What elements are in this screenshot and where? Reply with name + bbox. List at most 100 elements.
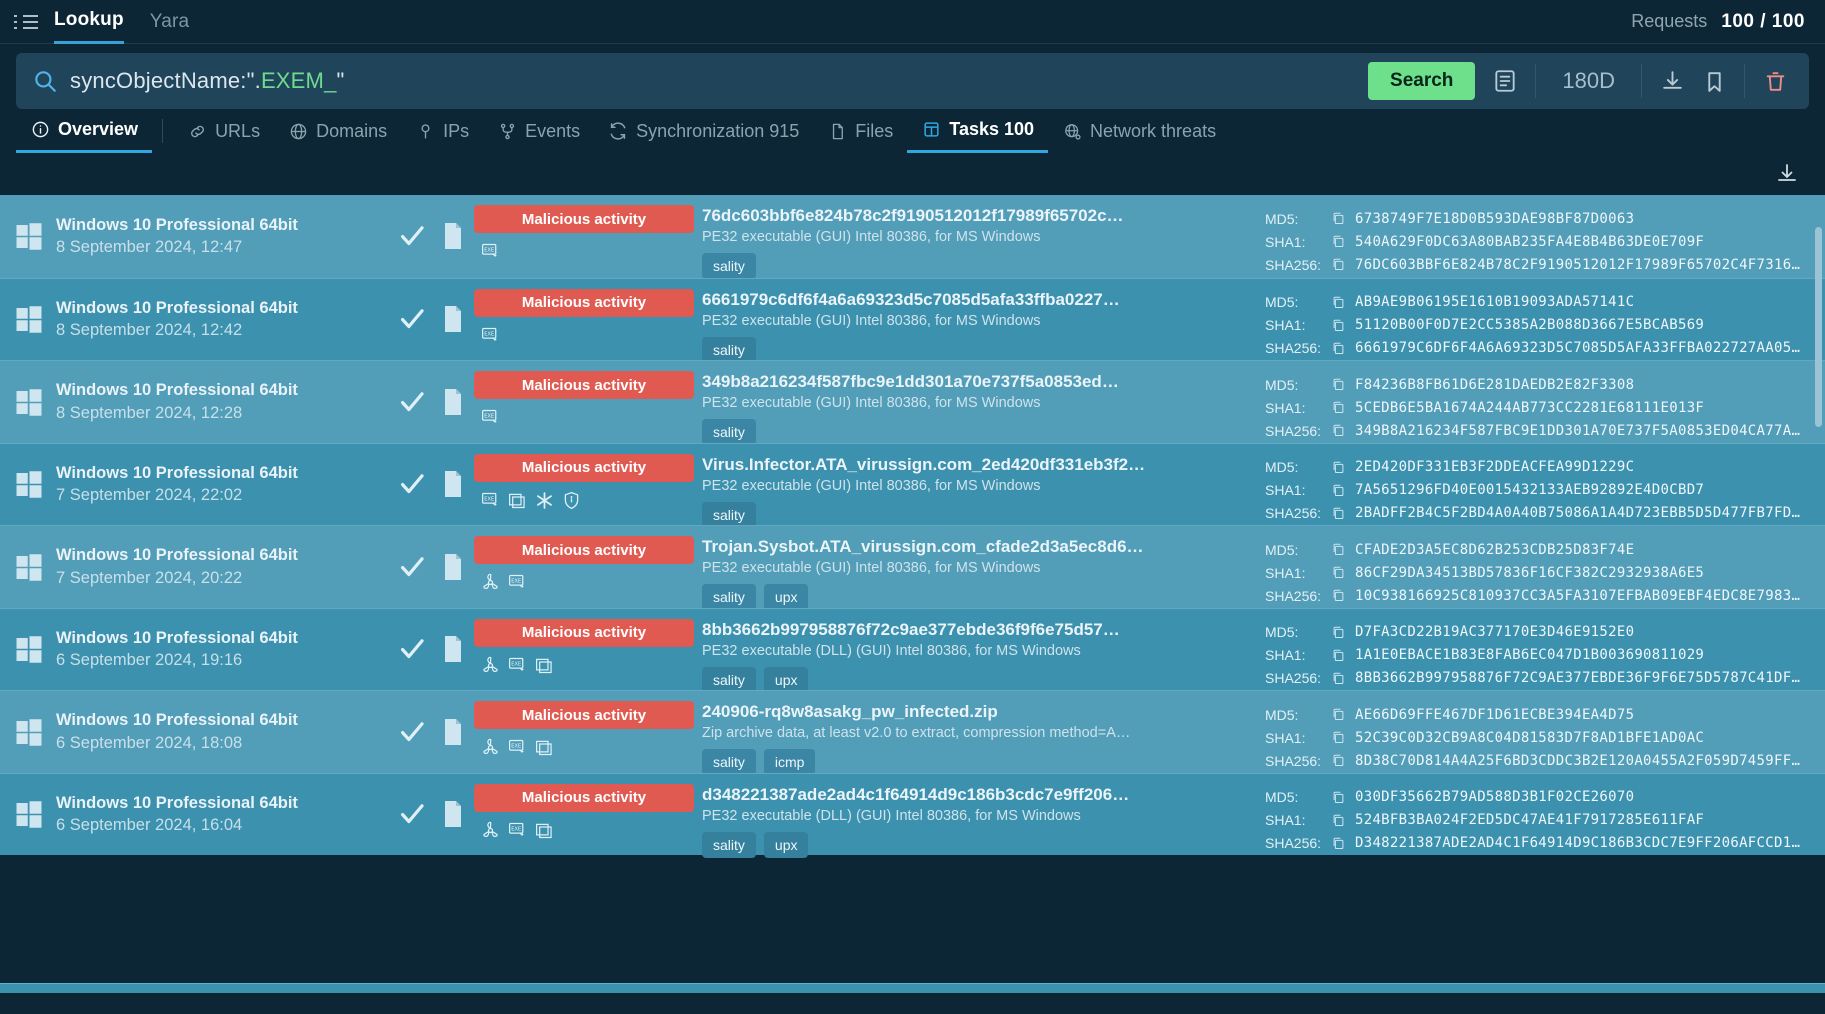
tab-urls[interactable]: URLs [173,109,274,153]
report-file-icon[interactable] [432,444,474,526]
windows-copy-icon[interactable] [534,655,555,676]
md5-value[interactable]: 030DF35662B79AD588D3B1F02CE26070 [1355,789,1634,805]
exe-icon[interactable] [507,572,528,593]
list-menu-icon[interactable] [14,9,40,35]
tab-overview[interactable]: Overview [16,109,152,153]
sha1-value[interactable]: 1A1E0EBACE1B83E8FAB6EC047D1B003690811029 [1355,647,1704,663]
file-name[interactable]: 8bb3662b997958876f72c9ae377ebde36f9f6e75… [702,620,1255,640]
sha1-value[interactable]: 51120B00F0D7E2CC5385A2B088D3667E5BCAB569 [1355,317,1704,333]
sha1-value[interactable]: 540A629F0DC63A80BAB235FA4E8B4B63DE0E709F [1355,234,1704,250]
windows-copy-icon[interactable] [534,737,555,758]
sha256-value[interactable]: D348221387ADE2AD4C1F64914D9C186B3CDC7E9F… [1355,835,1807,851]
tab-files[interactable]: Files [813,109,907,153]
copy-icon[interactable] [1331,506,1348,521]
sha1-value[interactable]: 5CEDB6E5BA1674A244AB773CC2281E68111E013F [1355,400,1704,416]
sha256-value[interactable]: 8BB3662B997958876F72C9AE377EBDE36F9F6E75… [1355,670,1807,686]
copy-icon[interactable] [1331,671,1348,686]
search-input[interactable]: syncObjectName:".EXEM_" [70,68,1368,94]
sha256-value[interactable]: 8D38C70D814A4A25F6BD3CDDC3B2E120A0455A2F… [1355,753,1807,769]
table-row[interactable]: Windows 10 Professional 64bit 8 Septembe… [0,278,1825,361]
tag-chip[interactable]: sality [702,419,756,445]
asterisk-icon[interactable] [534,490,555,511]
tag-chip[interactable]: sality [702,749,756,775]
exe-icon[interactable] [507,820,528,841]
exe-icon[interactable] [480,407,501,428]
tab-yara[interactable]: Yara [150,0,190,44]
md5-value[interactable]: F84236B8FB61D6E281DAEDB2E82F3308 [1355,377,1634,393]
tag-chip[interactable]: sality [702,337,756,363]
copy-icon[interactable] [1331,813,1348,828]
copy-icon[interactable] [1331,625,1348,640]
search-bar[interactable]: syncObjectName:".EXEM_" Search 180D [16,53,1809,109]
sha1-value[interactable]: 524BFB3BA024F2ED5DC47AE41F7917285E611FAF [1355,812,1704,828]
copy-icon[interactable] [1331,423,1348,438]
file-name[interactable]: Trojan.Sysbot.ATA_virussign.com_cfade2d3… [702,537,1255,557]
trash-icon[interactable] [1757,63,1793,99]
copy-icon[interactable] [1331,257,1348,272]
file-name[interactable]: d348221387ade2ad4c1f64914d9c186b3cdc7e9f… [702,785,1255,805]
windows-copy-icon[interactable] [507,490,528,511]
tag-chip[interactable]: sality [702,832,756,858]
copy-icon[interactable] [1331,588,1348,603]
copy-icon[interactable] [1331,648,1348,663]
exe-icon[interactable] [480,490,501,511]
md5-value[interactable]: CFADE2D3A5EC8D62B253CDB25D83F74E [1355,542,1634,558]
sha1-value[interactable]: 7A5651296FD40E0015432133AEB92892E4D0CBD7 [1355,482,1704,498]
report-file-icon[interactable] [432,774,474,856]
md5-value[interactable]: AE66D69FFE467DF1D61ECBE394EA4D75 [1355,707,1634,723]
sha256-value[interactable]: 76DC603BBF6E824B78C2F9190512012F17989F65… [1355,257,1807,273]
copy-icon[interactable] [1331,790,1348,805]
tab-ips[interactable]: IPs [401,109,483,153]
report-file-icon[interactable] [432,279,474,361]
md5-value[interactable]: 2ED420DF331EB3F2DDEACFEA99D1229C [1355,459,1634,475]
tab-lookup[interactable]: Lookup [54,0,124,44]
exe-icon[interactable] [480,325,501,346]
biohazard-icon[interactable] [480,655,501,676]
copy-icon[interactable] [1331,753,1348,768]
sha256-value[interactable]: 10C938166925C810937CC3A5FA3107EFBAB09EBF… [1355,588,1807,604]
report-file-icon[interactable] [432,195,474,278]
copy-icon[interactable] [1331,295,1348,310]
copy-icon[interactable] [1331,542,1348,557]
biohazard-icon[interactable] [480,737,501,758]
copy-icon[interactable] [1331,234,1348,249]
table-row[interactable]: Windows 10 Professional 64bit 7 Septembe… [0,525,1825,608]
tag-chip[interactable]: sality [702,253,756,279]
bookmark-icon[interactable] [1696,63,1732,99]
sha1-value[interactable]: 52C39C0D32CB9A8C04D81583D7F8AD1BFE1AD0AC [1355,730,1704,746]
copy-icon[interactable] [1331,836,1348,851]
report-file-icon[interactable] [432,609,474,691]
sha1-value[interactable]: 86CF29DA34513BD57836F16CF382C2932938A6E5 [1355,565,1704,581]
vertical-scrollbar[interactable] [1815,227,1822,427]
tab-domains[interactable]: Domains [274,109,401,153]
download-icon[interactable] [1654,63,1690,99]
history-list-icon[interactable] [1487,63,1523,99]
table-row[interactable]: Windows 10 Professional 64bit 6 Septembe… [0,773,1825,856]
copy-icon[interactable] [1331,400,1348,415]
copy-icon[interactable] [1331,211,1348,226]
table-row[interactable]: Windows 10 Professional 64bit 6 Septembe… [0,608,1825,691]
exe-icon[interactable] [480,241,501,262]
copy-icon[interactable] [1331,341,1348,356]
file-name[interactable]: 6661979c6df6f4a6a69323d5c7085d5afa33ffba… [702,290,1255,310]
table-row[interactable]: Windows 10 Professional 64bit 6 Septembe… [0,690,1825,773]
tag-chip[interactable]: icmp [764,749,816,775]
search-button[interactable]: Search [1368,62,1475,100]
exe-icon[interactable] [507,737,528,758]
tag-chip[interactable]: sality [702,667,756,693]
tab-network-threats[interactable]: Network threats [1048,109,1230,153]
table-row[interactable]: Windows 10 Professional 64bit 7 Septembe… [0,443,1825,526]
exe-icon[interactable] [507,655,528,676]
windows-copy-icon[interactable] [534,820,555,841]
file-name[interactable]: Virus.Infector.ATA_virussign.com_2ed420d… [702,455,1255,475]
copy-icon[interactable] [1331,730,1348,745]
period-selector[interactable]: 180D [1548,68,1629,94]
tasks-table[interactable]: Windows 10 Professional 64bit 8 Septembe… [0,195,1825,993]
file-name[interactable]: 349b8a216234f587fbc9e1dd301a70e737f5a085… [702,372,1255,392]
tag-chip[interactable]: sality [702,502,756,528]
copy-icon[interactable] [1331,483,1348,498]
file-name[interactable]: 76dc603bbf6e824b78c2f9190512012f17989f65… [702,206,1255,226]
report-file-icon[interactable] [432,526,474,608]
tag-chip[interactable]: upx [764,832,809,858]
sha256-value[interactable]: 2BADFF2B4C5F2BD4A0A40B75086A1A4D723EBB5D… [1355,505,1807,521]
